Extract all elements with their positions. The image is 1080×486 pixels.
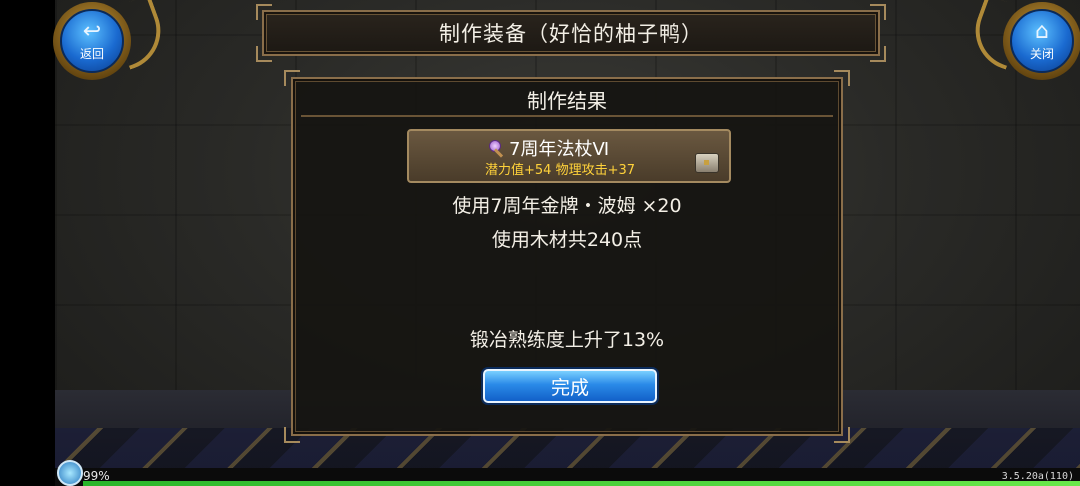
window-title: 制作装备（好恰的柚子鸭） xyxy=(439,22,703,46)
item-name: 7周年法杖Ⅵ xyxy=(509,139,610,160)
corner-ornament xyxy=(834,70,850,86)
close-button[interactable]: ⌂ 关闭 xyxy=(1003,2,1080,80)
window-title-bar: 制作装备（好恰的柚子鸭） xyxy=(256,4,886,62)
back-button-face: ↩ 返回 xyxy=(60,9,124,73)
experience-bar xyxy=(83,481,1080,486)
corner-ornament xyxy=(870,46,886,62)
item-name-row: 7周年法杖Ⅵ xyxy=(487,135,609,161)
battery-level: 99% xyxy=(83,469,110,483)
close-button-face: ⌂ 关闭 xyxy=(1010,9,1074,73)
corner-ornament xyxy=(284,427,300,443)
chest-icon[interactable] xyxy=(695,153,719,173)
battery-orb-icon xyxy=(57,460,83,486)
done-button[interactable]: 完成 xyxy=(483,369,657,403)
item-card[interactable]: 7周年法杖Ⅵ 潜力值+54 物理攻击+37 xyxy=(407,129,731,183)
version-label: 3.5.20a(110) xyxy=(1001,471,1074,482)
back-button[interactable]: ↩ 返回 xyxy=(53,2,131,80)
panel-title: 制作结果 xyxy=(301,83,833,117)
close-label: 关闭 xyxy=(1029,46,1054,61)
done-button-label: 完成 xyxy=(550,376,589,399)
corner-ornament xyxy=(870,4,886,20)
result-panel: 制作结果 7周年法杖Ⅵ 潜力值+54 物理攻击+37 使用7周年金牌・波姆 ×2… xyxy=(284,70,850,443)
material-usage-text: 使用7周年金牌・波姆 ×20 xyxy=(452,195,682,217)
status-bar: 99% 3.5.20a(110) xyxy=(55,460,1080,486)
return-arrow-icon: ↩ xyxy=(82,18,102,44)
item-stats: 潜力值+54 物理攻击+37 xyxy=(485,163,636,178)
corner-ornament xyxy=(834,427,850,443)
corner-ornament xyxy=(256,4,272,20)
back-label: 返回 xyxy=(79,46,104,61)
wood-usage-text: 使用木材共240点 xyxy=(491,229,643,251)
corner-ornament xyxy=(256,46,272,62)
wand-icon xyxy=(487,139,505,157)
home-icon: ⌂ xyxy=(1035,18,1049,44)
corner-ornament xyxy=(284,70,300,86)
skill-gain-text: 锻冶熟练度上升了13% xyxy=(469,329,665,351)
